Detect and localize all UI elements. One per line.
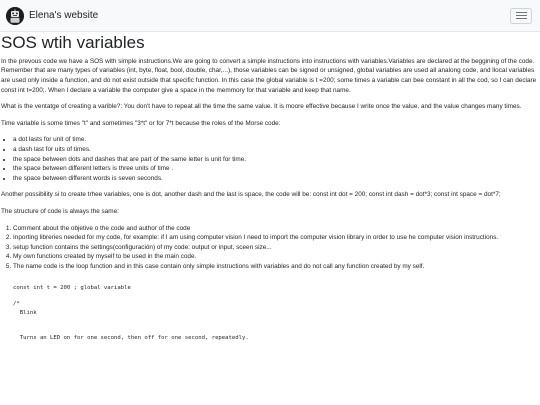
list-item: a dot lasts for unit of time. xyxy=(13,135,539,145)
top-navbar: Elena's website xyxy=(0,0,540,32)
brand-link[interactable]: Elena's website xyxy=(6,6,98,25)
list-item: the space between dots and dashes that a… xyxy=(13,155,539,165)
page-title: SOS wtih variables xyxy=(1,33,145,52)
robot-avatar-icon xyxy=(6,6,24,25)
morse-rules-list: a dot lasts for unit of time. a dash las… xyxy=(1,135,539,183)
variables-paragraph: Another possibility si to create trhee v… xyxy=(1,191,501,199)
article: SOS wtih variables In the prevous code w… xyxy=(0,33,540,342)
list-item: the space between different letters is t… xyxy=(13,164,539,174)
list-item: the space between different words is sev… xyxy=(13,174,539,184)
list-item: The name code is the loop function and i… xyxy=(13,262,539,272)
brand-name[interactable]: Elena's website xyxy=(29,10,98,21)
advantage-paragraph: What is the ventatge of creating a varib… xyxy=(1,103,522,111)
intro-paragraph: In the prevous code we have a SOS with s… xyxy=(1,57,537,94)
time-paragraph: Time variable is some times "t" and some… xyxy=(1,119,281,127)
code-structure-list: Comment about the objetive o the code an… xyxy=(1,224,539,272)
list-item: Comment about the objetive o the code an… xyxy=(13,224,539,234)
hamburger-menu-icon[interactable] xyxy=(510,7,532,24)
code-block: const int t = 200 ; global variable /* B… xyxy=(13,284,249,341)
structure-paragraph: The structure of code is always the same… xyxy=(1,208,119,215)
list-item: Inporting libreries needed for my code, … xyxy=(13,233,539,243)
list-item: a dash last for uits of times. xyxy=(13,145,539,155)
list-item: My own functions created by myself to be… xyxy=(13,252,539,262)
list-item: setup function contains the settings(con… xyxy=(13,243,539,253)
